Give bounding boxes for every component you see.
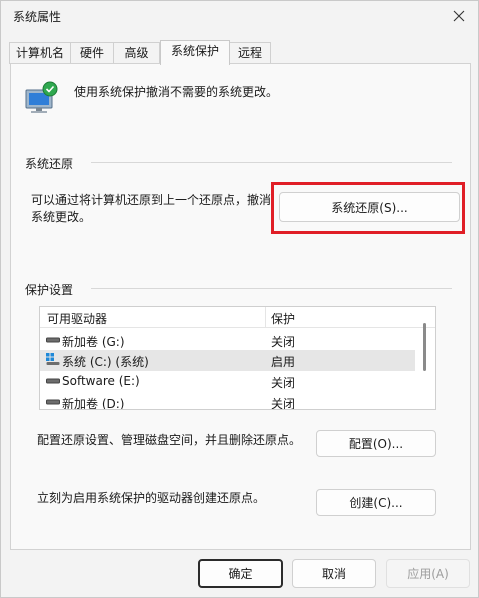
system-restore-heading: 系统还原 — [25, 157, 74, 171]
tab-advanced[interactable]: 高级 — [113, 42, 160, 64]
column-divider[interactable] — [265, 307, 266, 328]
configure-button[interactable]: 配置(O)... — [316, 430, 436, 457]
apply-button[interactable]: 应用(A) — [386, 559, 470, 588]
close-button[interactable] — [446, 4, 472, 28]
configure-description: 配置还原设置、管理磁盘空间，并且删除还原点。 — [37, 433, 302, 447]
protection-settings-divider — [91, 288, 452, 289]
drive-name: 新加卷 (G:) — [62, 335, 125, 349]
drive-list-scrollbar[interactable] — [415, 307, 435, 409]
drive-protection-status: 关闭 — [271, 335, 296, 349]
windows-drive-icon — [46, 353, 60, 365]
tab-system-protection[interactable]: 系统保护 — [160, 40, 230, 65]
system-protection-panel: 使用系统保护撤消不需要的系统更改。 系统还原 可以通过将计算机还原到上一个还原点… — [10, 63, 471, 550]
system-restore-divider — [91, 162, 452, 163]
cancel-button[interactable]: 取消 — [292, 559, 376, 588]
title-bar: 系统属性 — [1, 1, 478, 33]
drive-name: 新加卷 (D:) — [62, 397, 125, 410]
create-description: 立刻为启用系统保护的驱动器创建还原点。 — [37, 491, 266, 505]
drive-protection-status: 关闭 — [271, 376, 296, 390]
window-title: 系统属性 — [13, 10, 62, 24]
restore-description-line1: 可以通过将计算机还原到上一个还原点，撤消 — [31, 193, 272, 207]
tab-computer-name[interactable]: 计算机名 — [9, 42, 71, 64]
intro-text: 使用系统保护撤消不需要的系统更改。 — [74, 85, 279, 99]
drive-protection-status: 启用 — [271, 355, 296, 369]
drive-row-c[interactable]: 系统 (C:) (系统) 启用 — [40, 350, 415, 371]
drive-list-header: 可用驱动器 保护 — [40, 307, 435, 328]
drive-name: 系统 (C:) (系统) — [62, 355, 149, 369]
drive-row-e[interactable]: Software (E:) 关闭 — [40, 371, 415, 392]
drive-row-d[interactable]: 新加卷 (D:) 关闭 — [40, 392, 415, 410]
drive-name: Software (E:) — [62, 374, 140, 388]
protection-settings-heading: 保护设置 — [25, 283, 74, 297]
restore-description-line2: 系统更改。 — [31, 210, 92, 224]
system-properties-window: 系统属性 计算机名 硬件 高级 系统保护 远程 使用系统保护撤消不需要的系统更改… — [0, 0, 479, 598]
column-protection[interactable]: 保护 — [271, 310, 295, 327]
system-restore-button[interactable]: 系统还原(S)... — [279, 192, 460, 222]
column-available-drives[interactable]: 可用驱动器 — [47, 310, 107, 327]
close-icon — [453, 10, 465, 22]
ok-button[interactable]: 确定 — [198, 559, 283, 588]
drive-protection-status: 关闭 — [271, 397, 296, 410]
create-button[interactable]: 创建(C)... — [316, 489, 436, 516]
system-protection-icon — [25, 81, 58, 113]
scrollbar-thumb[interactable] — [423, 323, 426, 371]
tab-remote[interactable]: 远程 — [229, 42, 271, 64]
drive-list[interactable]: 可用驱动器 保护 新加卷 (G:) 关闭 系统 (C:) (系统) 启用 Sof… — [39, 306, 436, 410]
drive-row-g[interactable]: 新加卷 (G:) 关闭 — [40, 330, 415, 351]
drive-icon — [46, 337, 60, 343]
drive-icon — [46, 399, 60, 405]
drive-icon — [46, 378, 60, 384]
tab-hardware[interactable]: 硬件 — [70, 42, 114, 64]
